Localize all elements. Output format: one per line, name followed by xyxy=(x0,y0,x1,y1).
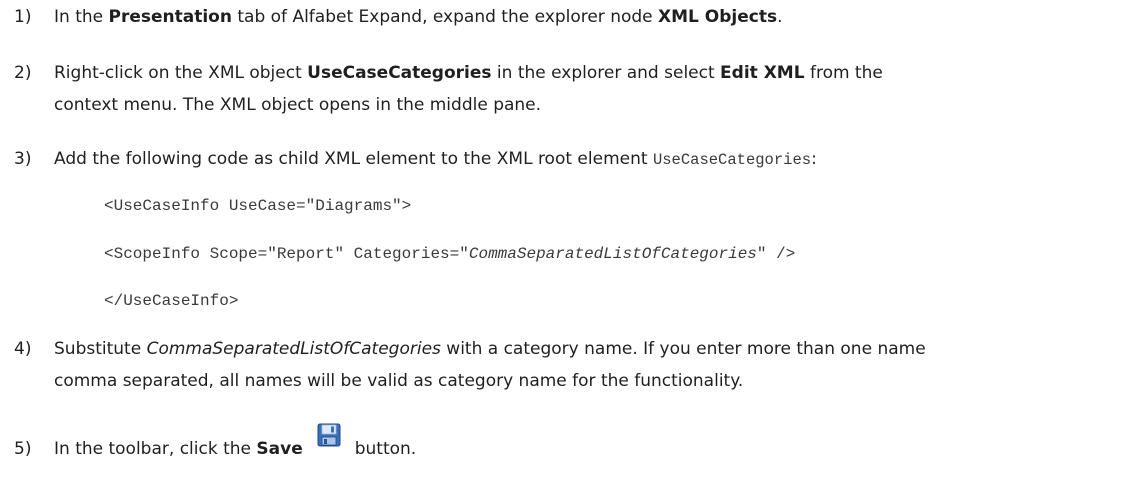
code-line-2: <ScopeInfo Scope="Report" Categories="Co… xyxy=(104,243,795,265)
step-3: 3) Add the following code as child XML el… xyxy=(14,148,1130,171)
bold-term: UseCaseCategories xyxy=(307,63,492,83)
code-text: " /> xyxy=(756,245,796,263)
step-number: 1) xyxy=(14,7,32,27)
step-text: In the xyxy=(54,7,109,27)
step-5: 5) In the toolbar, click the Save button. xyxy=(14,423,1130,461)
step-2: 2) Right-click on the XML object UseCaseC… xyxy=(14,62,1130,84)
save-floppy-icon xyxy=(317,423,341,447)
step-number: 4) xyxy=(14,339,32,359)
step-text: In the toolbar, click the xyxy=(54,439,257,459)
step-text: Right-click on the XML object xyxy=(54,63,308,83)
step-number: 5) xyxy=(14,439,32,459)
bold-term: Edit XML xyxy=(720,63,805,83)
step-4: 4) Substitute CommaSeparatedListOfCategor… xyxy=(14,338,1130,360)
step-text: from the xyxy=(804,63,883,83)
step-2-continuation: context menu. The XML object opens in th… xyxy=(54,95,542,115)
step-4-continuation: comma separated, all names will be valid… xyxy=(54,371,744,391)
step-1: 1) In the Presentation tab of Alfabet Exp… xyxy=(14,6,1130,28)
step-text: Substitute xyxy=(54,339,147,359)
step-text: tab of Alfabet Expand, expand the explor… xyxy=(231,7,659,27)
step-number: 3) xyxy=(14,149,32,169)
step-text: : xyxy=(811,149,817,169)
bold-term: Save xyxy=(256,439,303,459)
step-text: Add the following code as child XML elem… xyxy=(54,149,653,169)
bold-term: XML Objects xyxy=(658,7,778,27)
step-text: with a category name. If you enter more … xyxy=(440,339,926,359)
step-text: in the explorer and select xyxy=(491,63,721,83)
italic-term: CommaSeparatedListOfCategories xyxy=(146,339,441,359)
step-number: 2) xyxy=(14,63,32,83)
document: 1) In the Presentation tab of Alfabet Exp… xyxy=(0,0,1144,479)
bold-term: Presentation xyxy=(108,7,232,27)
code-text: <ScopeInfo Scope="Report" Categories=" xyxy=(104,245,469,263)
code-term: UseCaseCategories xyxy=(652,151,812,169)
code-line-3: </UseCaseInfo> xyxy=(104,292,239,310)
code-placeholder: CommaSeparatedListOfCategories xyxy=(468,245,757,263)
step-text: button. xyxy=(354,439,417,459)
step-text: . xyxy=(777,7,783,27)
code-line-1: <UseCaseInfo UseCase="Diagrams"> xyxy=(104,197,412,215)
